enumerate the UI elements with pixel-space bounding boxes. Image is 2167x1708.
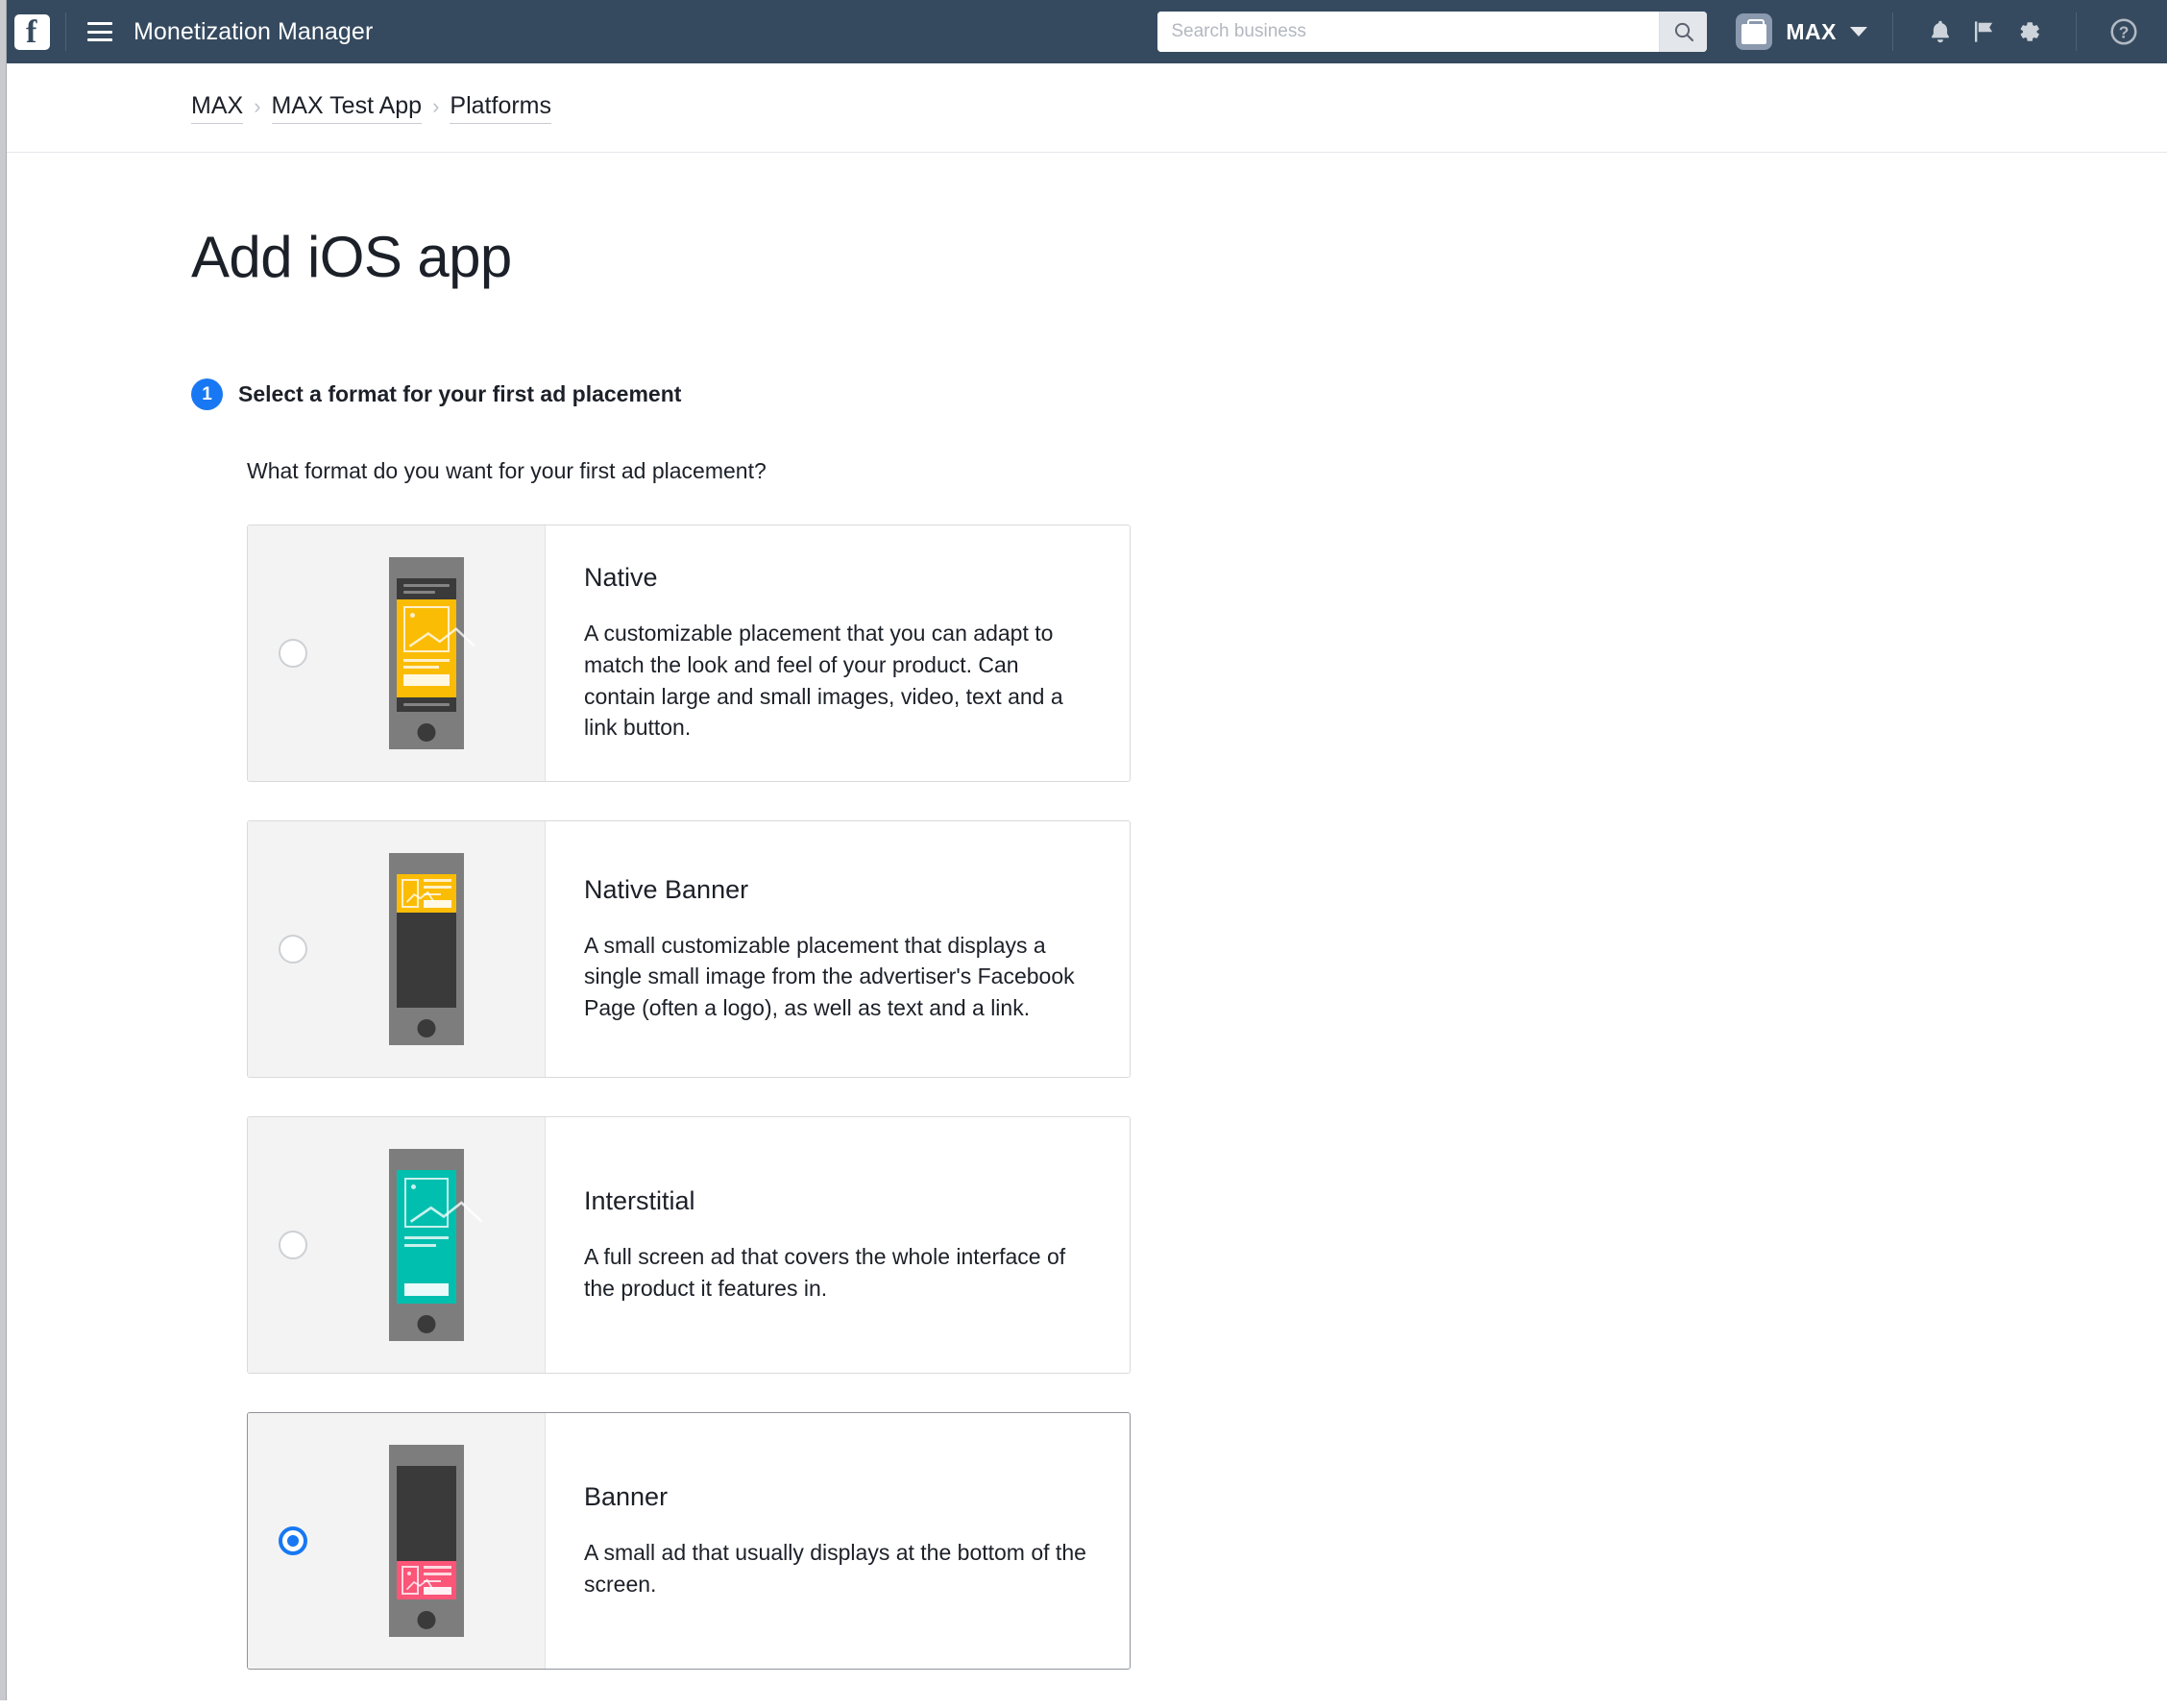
format-option-preview-pane: [248, 1117, 546, 1373]
format-option-preview-pane: [248, 1413, 546, 1669]
chevron-down-icon: [1850, 27, 1867, 37]
mountain-icon: [405, 1578, 433, 1591]
top-navigation-bar: Monetization Manager MAX: [0, 0, 2167, 63]
hamburger-menu-icon[interactable]: [87, 22, 112, 41]
format-question: What format do you want for your first a…: [247, 458, 767, 483]
preview-image-placeholder: [403, 1178, 482, 1228]
preview-ad-body: [396, 599, 475, 697]
phone-mockup-interstitial: [388, 1149, 482, 1341]
preview-header-bar: [396, 578, 456, 599]
facebook-logo-icon[interactable]: [14, 13, 50, 51]
breadcrumb-separator-1: ›: [254, 93, 261, 118]
format-name: Banner: [584, 1481, 669, 1511]
breadcrumb-item-3[interactable]: Platforms: [450, 92, 552, 124]
phone-home-button: [417, 1315, 435, 1333]
business-selector[interactable]: MAX: [1736, 13, 1867, 50]
preview-image-placeholder: [402, 606, 475, 652]
format-option-preview-pane: [248, 821, 546, 1077]
format-option-card-interstitial[interactable]: Interstitial A full screen ad that covers…: [247, 1116, 1131, 1374]
phone-mockup-wrapper: [307, 853, 545, 1045]
app-title: Monetization Manager: [134, 17, 374, 45]
phone-mockup-banner: [388, 1445, 464, 1637]
phone-mockup-wrapper: [307, 1445, 545, 1637]
main-content: Add iOS app 1 Select a format for your f…: [7, 154, 2167, 1708]
page-title: Add iOS app: [191, 225, 512, 289]
help-button[interactable]: ?: [2102, 10, 2146, 54]
search-input[interactable]: [1157, 12, 1660, 52]
phone-screen: [396, 1466, 456, 1599]
format-option-text-pane: Native Banner A small customizable placem…: [546, 821, 1130, 1077]
topbar-divider-2: [1892, 12, 1893, 51]
adjacent-window-sliver: [0, 0, 7, 1700]
settings-button[interactable]: [2007, 10, 2051, 54]
format-radio-interstitial[interactable]: [279, 1231, 307, 1259]
step-number-badge: 1: [191, 378, 223, 410]
phone-home-button: [417, 1019, 435, 1037]
flag-button[interactable]: [1962, 10, 2007, 54]
preview-app-content: [396, 913, 456, 1008]
format-radio-native[interactable]: [279, 639, 307, 668]
preview-footer-bar: [396, 697, 456, 712]
format-option-text-pane: Native A customizable placement that you …: [546, 525, 1130, 781]
format-name: Native Banner: [584, 874, 749, 904]
preview-ad-body: [396, 874, 456, 913]
phone-mockup-wrapper: [307, 557, 545, 749]
flag-icon: [1975, 21, 1993, 42]
search-icon: [1674, 22, 1693, 42]
breadcrumb-item-2[interactable]: MAX Test App: [271, 92, 423, 124]
format-description: A small ad that usually displays at the …: [584, 1539, 1086, 1597]
step-title: Select a format for your first ad placem…: [238, 381, 682, 406]
format-options-list: Native A customizable placement that you …: [247, 525, 2167, 1670]
preview-image-placeholder: [401, 879, 434, 908]
briefcase-icon: [1736, 13, 1773, 50]
phone-mockup-wrapper: [307, 1149, 545, 1341]
preview-image-placeholder: [401, 1566, 433, 1595]
phone-mockup-native: [388, 557, 475, 749]
format-option-card-native[interactable]: Native A customizable placement that you …: [247, 525, 1131, 782]
step-header: 1 Select a format for your first ad plac…: [191, 378, 2167, 410]
preview-ad-body: [396, 1561, 456, 1599]
format-name: Native: [584, 563, 658, 593]
format-description: A full screen ad that covers the whole i…: [584, 1243, 1066, 1301]
format-option-text-pane: Interstitial A full screen ad that covers…: [546, 1117, 1130, 1373]
phone-screen: [396, 1170, 482, 1304]
phone-screen: [396, 874, 456, 1008]
format-description: A small customizable placement that disp…: [584, 932, 1075, 1020]
format-radio-native-banner[interactable]: [279, 935, 307, 964]
topbar-icon-group: [1918, 10, 2051, 54]
preview-app-content: [396, 1466, 456, 1561]
format-name: Interstitial: [584, 1185, 695, 1215]
format-option-text-pane: Banner A small ad that usually displays a…: [546, 1413, 1130, 1669]
bell-icon: [1931, 20, 1950, 43]
format-description: A customizable placement that you can ad…: [584, 621, 1063, 741]
preview-ad-body: [396, 1170, 482, 1304]
format-option-card-banner[interactable]: Banner A small ad that usually displays a…: [247, 1412, 1131, 1670]
phone-mockup-native-banner: [388, 853, 464, 1045]
mountain-icon: [405, 891, 434, 904]
breadcrumb-item-1[interactable]: MAX: [191, 92, 244, 124]
breadcrumb-separator-2: ›: [432, 93, 440, 118]
notifications-button[interactable]: [1918, 10, 1962, 54]
help-icon: ?: [2110, 18, 2137, 45]
search-button[interactable]: [1659, 12, 1708, 52]
mountain-icon: [408, 626, 475, 647]
business-name: MAX: [1786, 18, 1837, 44]
format-option-preview-pane: [248, 525, 546, 781]
phone-screen: [396, 578, 475, 712]
search-box[interactable]: [1157, 12, 1708, 52]
breadcrumb-bar: MAX › MAX Test App › Platforms: [7, 63, 2167, 153]
svg-text:?: ?: [2119, 23, 2130, 42]
format-option-card-native-banner[interactable]: Native Banner A small customizable placem…: [247, 820, 1131, 1078]
topbar-divider-3: [2076, 12, 2077, 51]
phone-home-button: [417, 1611, 435, 1629]
topbar-divider: [65, 12, 66, 51]
mountain-icon: [409, 1200, 482, 1223]
gear-icon: [2020, 22, 2039, 41]
format-radio-banner[interactable]: [279, 1526, 307, 1555]
phone-home-button: [417, 723, 435, 742]
